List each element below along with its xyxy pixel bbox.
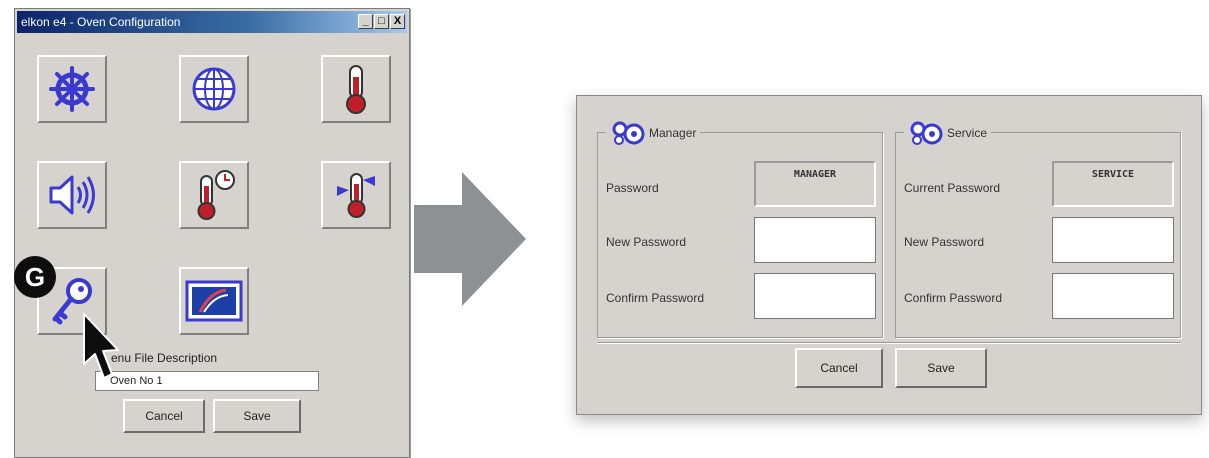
ship-wheel-icon: [49, 66, 95, 112]
temperature-timer-button[interactable]: [179, 161, 249, 229]
oven-configuration-window: elkon e4 - Oven Configuration _ □ X enu …: [14, 8, 410, 458]
manager-new-password-input[interactable]: [754, 217, 876, 263]
service-legend: Service: [947, 126, 988, 140]
minimize-button[interactable]: _: [358, 14, 373, 29]
window-title-bar[interactable]: elkon e4 - Oven Configuration _ □ X: [17, 11, 407, 33]
manager-new-password-label: New Password: [606, 235, 687, 249]
dialog-save-button[interactable]: Save: [895, 348, 987, 388]
users-icon: [612, 121, 645, 145]
users-icon: [910, 121, 943, 145]
window-title: elkon e4 - Oven Configuration: [21, 15, 181, 29]
service-new-password-label: New Password: [904, 235, 985, 249]
service-confirm-password-input[interactable]: [1052, 273, 1174, 319]
logo-screen-icon: [185, 280, 243, 322]
speaker-icon: [49, 175, 95, 215]
thermometer-clock-icon: [197, 170, 235, 220]
service-current-password-label: Current Password: [904, 181, 1001, 195]
thermometer-fan-icon: [337, 173, 375, 218]
service-group: Service Current Password SERVICE New Pas…: [895, 121, 1181, 338]
menu-file-description-label: enu File Description: [111, 351, 218, 365]
save-button[interactable]: Save: [213, 399, 301, 433]
manager-confirm-password-input[interactable]: [754, 273, 876, 319]
settings-wheel-button[interactable]: [37, 55, 107, 123]
manager-confirm-password-label: Confirm Password: [606, 291, 705, 305]
menu-file-description-input[interactable]: Oven No 1: [95, 371, 319, 391]
service-confirm-password-label: Confirm Password: [904, 291, 1003, 305]
manager-password-field[interactable]: MANAGER: [754, 161, 876, 207]
temperature-fan-button[interactable]: [321, 161, 391, 229]
thermometer-icon: [346, 65, 366, 114]
sound-button[interactable]: [37, 161, 107, 229]
display-logo-button[interactable]: [179, 267, 249, 335]
cancel-button[interactable]: Cancel: [123, 399, 205, 433]
temperature-button[interactable]: [321, 55, 391, 123]
service-new-password-input[interactable]: [1052, 217, 1174, 263]
manager-legend: Manager: [649, 126, 697, 140]
dialog-separator: [597, 342, 1181, 343]
step-badge: G: [14, 256, 56, 298]
dialog-cancel-button[interactable]: Cancel: [795, 348, 883, 388]
globe-icon: [192, 67, 236, 111]
globe-button[interactable]: [179, 55, 249, 123]
password-settings-dialog: Manager Password MANAGER New Password Co…: [576, 95, 1202, 415]
manager-group: Manager Password MANAGER New Password Co…: [597, 121, 883, 338]
right-arrow-icon: [414, 172, 526, 306]
mouse-cursor-icon: [83, 313, 119, 379]
maximize-button[interactable]: □: [374, 14, 389, 29]
close-button[interactable]: X: [390, 14, 405, 29]
service-password-field[interactable]: SERVICE: [1052, 161, 1174, 207]
manager-password-label: Password: [606, 181, 659, 195]
